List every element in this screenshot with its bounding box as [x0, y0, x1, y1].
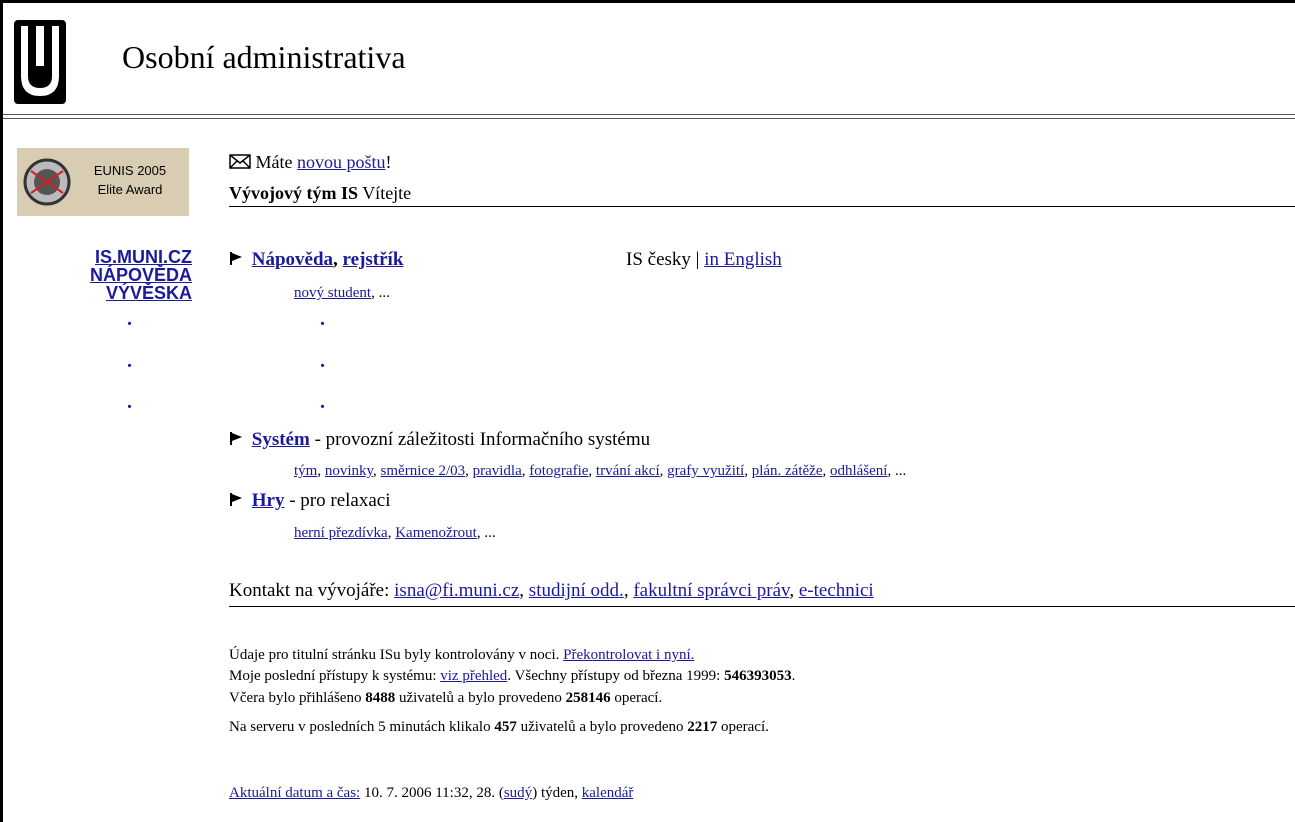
english-link[interactable]: in English: [704, 249, 782, 270]
games-more: ...: [484, 525, 496, 541]
envelope-icon: [229, 154, 251, 169]
recent-text-c: operací.: [720, 719, 769, 735]
side-navigation: IS.MUNI.CZ NÁPOVĚDA VÝVĚSKA: [52, 248, 192, 308]
globe-icon: [23, 158, 71, 206]
yesterday-text-c: operací.: [614, 690, 663, 706]
recent-text-a: Na serveru v posledních 5 minutách klika…: [229, 719, 491, 735]
flag-bullet-icon: [229, 249, 247, 271]
system-more: ...: [894, 463, 907, 479]
news-link[interactable]: novinky: [325, 463, 373, 479]
welcome-greeting: Vítejte: [362, 183, 412, 203]
sidebar-item-is-muni[interactable]: IS.MUNI.CZ: [52, 248, 192, 266]
access-info-rest: . Všechny přístupy od března 1999:: [507, 668, 721, 684]
games-sublinks: herní přezdívka, Kamenožrout, ...: [294, 525, 496, 541]
date-time-line: Aktuální datum a čas: 10. 7. 2006 11:32,…: [229, 785, 634, 801]
users-5min: 457: [494, 719, 517, 735]
e-technici-link[interactable]: e-technici: [799, 580, 874, 601]
directive-link[interactable]: směrnice 2/03: [381, 463, 466, 479]
help-more: ...: [378, 285, 390, 301]
frame-border-left: [0, 0, 3, 822]
week-parity-link[interactable]: sudý: [504, 785, 532, 801]
games-section: Hry - pro relaxaci: [229, 490, 391, 512]
mail-notice: Máte novou poštu!: [229, 152, 392, 173]
rules-link[interactable]: pravidla: [473, 463, 522, 479]
mail-suffix: !: [385, 152, 392, 172]
sidebar-item-noticeboard[interactable]: VÝVĚSKA: [52, 284, 192, 302]
new-student-link[interactable]: nový student: [294, 285, 371, 301]
games-link[interactable]: Hry: [252, 490, 285, 511]
recheck-link[interactable]: Překontrolovat i nyní.: [563, 647, 694, 663]
access-info: Moje poslední přístupy k systému: viz př…: [229, 668, 796, 684]
welcome-divider: [229, 206, 1295, 207]
yesterday-stats: Včera bylo přihlášeno 8488 uživatelů a b…: [229, 690, 662, 707]
access-info-text: Moje poslední přístupy k systému:: [229, 668, 437, 684]
datetime-value: 10. 7. 2006 11:32, 28.: [363, 785, 496, 801]
flag-bullet-icon: [229, 490, 247, 512]
usage-graphs-link[interactable]: grafy využití: [667, 463, 744, 479]
header-divider-2: [3, 118, 1295, 119]
recent-stats: Na serveru v posledních 5 minutách klika…: [229, 719, 769, 736]
team-link[interactable]: tým: [294, 463, 317, 479]
calendar-link[interactable]: kalendář: [582, 785, 634, 801]
game-nickname-link[interactable]: herní přezdívka: [294, 525, 388, 541]
sidebar-item-help[interactable]: NÁPOVĚDA: [52, 266, 192, 284]
index-link[interactable]: rejstřík: [343, 249, 404, 270]
frame-border-top: [0, 0, 1295, 3]
recent-text-b: uživatelů a bylo provedeno: [520, 719, 684, 735]
help-link[interactable]: Nápověda: [252, 249, 333, 270]
team-name: Vývojový tým IS: [229, 183, 358, 203]
award-subtitle: Elite Award: [97, 182, 163, 197]
kamenozrout-link[interactable]: Kamenožrout: [395, 525, 477, 541]
help-separator: ,: [333, 249, 338, 270]
help-dot: .: [320, 308, 325, 330]
language-current: IS česky |: [626, 249, 700, 270]
users-yesterday: 8488: [365, 690, 396, 706]
yesterday-text-a: Včera bylo přihlášeno: [229, 690, 362, 706]
eunis-award-badge[interactable]: EUNIS 2005 Elite Award: [17, 148, 189, 216]
page-title: Osobní administrativa: [122, 39, 406, 75]
overview-link[interactable]: viz přehled: [440, 668, 507, 684]
datetime-link[interactable]: Aktuální datum a čas:: [229, 785, 360, 801]
week-label: týden: [540, 785, 575, 801]
ops-yesterday: 258146: [565, 690, 611, 706]
total-access-count: 546393053: [724, 668, 792, 684]
photos-link[interactable]: fotografie: [529, 463, 588, 479]
help-dot: .: [320, 391, 325, 413]
help-section: Nápověda, rejstřík: [229, 249, 403, 271]
system-link[interactable]: Systém: [252, 429, 310, 450]
mail-prefix: Máte: [255, 152, 293, 172]
check-info: Údaje pro titulní stránku ISu byly kontr…: [229, 647, 694, 664]
yesterday-text-b: uživatelů a bylo provedeno: [398, 690, 562, 706]
sidebar-dot: .: [127, 308, 132, 330]
flag-bullet-icon: [229, 429, 247, 451]
system-description: - provozní záležitosti Informačního syst…: [314, 429, 651, 450]
help-sublinks: nový student, ...: [294, 285, 390, 301]
help-dot: .: [320, 350, 325, 372]
games-description: - pro relaxaci: [289, 490, 391, 511]
logout-link[interactable]: odhlášení: [830, 463, 888, 479]
study-dept-link[interactable]: studijní odd.: [529, 580, 624, 601]
ops-5min: 2217: [687, 719, 718, 735]
email-link[interactable]: isna@fi.muni.cz: [394, 580, 519, 601]
check-info-text: Údaje pro titulní stránku ISu byly kontr…: [229, 647, 560, 663]
new-mail-link[interactable]: novou poštu: [297, 152, 386, 172]
load-plan-link[interactable]: plán. zátěže: [752, 463, 823, 479]
welcome-line: Vývojový tým IS Vítejte: [229, 183, 411, 204]
award-title: EUNIS 2005: [93, 163, 167, 178]
developer-contact: Kontakt na vývojáře: isna@fi.muni.cz, st…: [229, 580, 874, 601]
contact-divider: [229, 606, 1295, 607]
system-sublinks: tým, novinky, směrnice 2/03, pravidla, f…: [294, 463, 907, 479]
rights-admins-link[interactable]: fakultní správci práv: [633, 580, 789, 601]
system-section: Systém - provozní záležitosti Informační…: [229, 429, 650, 451]
sidebar-dot: .: [127, 350, 132, 372]
contact-label: Kontakt na vývojáře:: [229, 580, 390, 601]
muni-logo: [14, 20, 66, 104]
action-duration-link[interactable]: trvání akcí: [596, 463, 660, 479]
header-divider-1: [3, 114, 1295, 115]
language-switch: IS česky | in English: [626, 249, 782, 271]
sidebar-dot: .: [127, 391, 132, 413]
